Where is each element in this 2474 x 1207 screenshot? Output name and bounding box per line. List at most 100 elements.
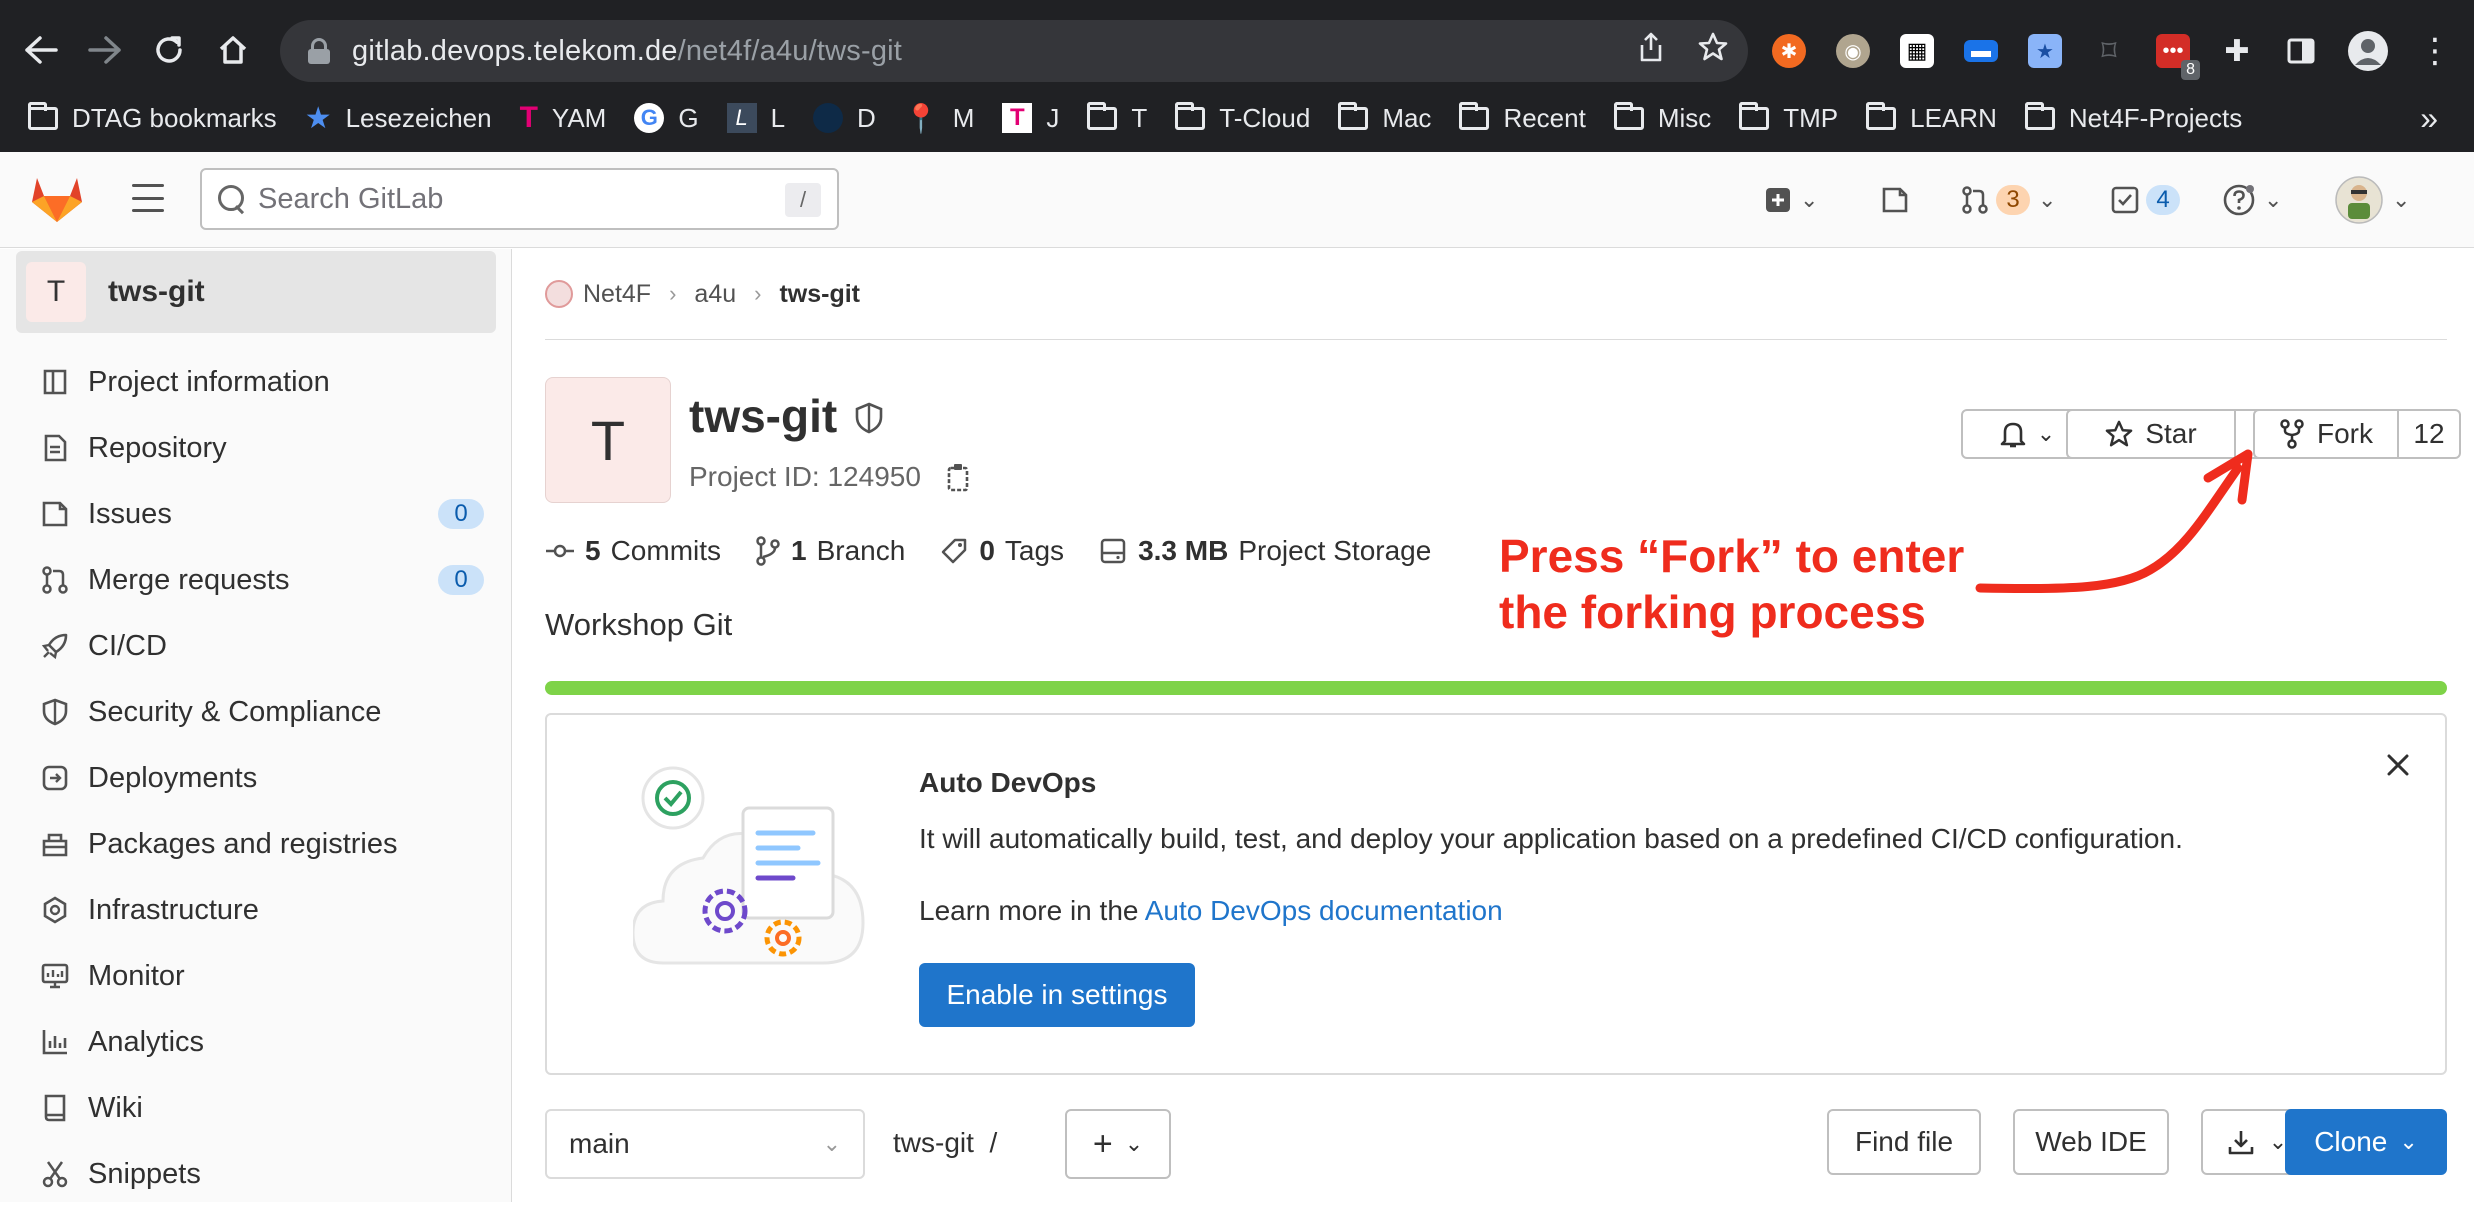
fork-count[interactable]: 12 (2399, 409, 2461, 459)
chevron-down-icon: ⌄ (2038, 187, 2057, 212)
extension-orange-icon[interactable]: ✱ (1772, 34, 1806, 68)
help-dropdown[interactable]: ⌄ (2222, 152, 2282, 248)
home-icon[interactable] (206, 23, 260, 77)
bookmark-item[interactable]: Misc (1613, 101, 1711, 134)
commits-link[interactable]: 5 Commits (545, 535, 721, 567)
copy-icon[interactable] (945, 461, 973, 498)
bookmark-item[interactable]: Recent (1459, 101, 1586, 134)
side-panel-icon[interactable] (2284, 34, 2318, 68)
url-host: gitlab.devops.telekom.de (352, 34, 678, 67)
sidebar-item-packages-registries[interactable]: Packages and registries (0, 811, 512, 877)
todos-header-button[interactable]: 4 (2110, 152, 2180, 248)
extension-lastpass-icon[interactable]: ••• 8 (2156, 34, 2200, 80)
bookmark-item[interactable]: 📍 M (904, 102, 975, 135)
merge-requests-icon (38, 563, 72, 597)
group-avatar (545, 280, 573, 308)
sidebar-item-infrastructure[interactable]: Infrastructure (0, 877, 512, 943)
commit-icon (546, 544, 574, 558)
bookmark-item[interactable]: T (1087, 101, 1147, 134)
sidebar-item-repository[interactable]: Repository (0, 415, 512, 481)
bookmark-star-icon[interactable] (1698, 32, 1728, 70)
sidebar-item-deployments[interactable]: Deployments (0, 745, 512, 811)
bookmark-item[interactable]: T-Cloud (1175, 101, 1310, 134)
folder-icon (1338, 101, 1369, 130)
forward-icon[interactable] (78, 23, 132, 77)
profile-icon[interactable] (2348, 31, 2388, 71)
sidebar-item-snippets[interactable]: Snippets (0, 1141, 512, 1207)
puzzle-icon[interactable]: ✚ (2220, 34, 2254, 68)
add-to-tree-dropdown[interactable]: + ⌄ (1065, 1109, 1171, 1179)
back-icon[interactable] (14, 23, 68, 77)
repo-path-root[interactable]: tws-git (893, 1127, 974, 1158)
storage-size: 3.3 MB (1138, 535, 1229, 566)
extension-blue-icon[interactable]: ▬ (1964, 40, 1998, 62)
tags-link[interactable]: 0 Tags (939, 535, 1064, 567)
bookmark-item[interactable]: GG (634, 103, 699, 134)
search-input[interactable]: Search GitLab / (200, 168, 839, 230)
extension-qr-icon[interactable]: ▦ (1900, 34, 1934, 68)
sidebar-item-security-compliance[interactable]: Security & Compliance (0, 679, 512, 745)
breadcrumb-group-link[interactable]: Net4F (583, 280, 651, 309)
extension-bookmark-icon[interactable]: ⌑ (2092, 34, 2126, 68)
l-logo-icon: L (726, 103, 757, 133)
bookmark-item[interactable]: TJ (1002, 103, 1059, 134)
bookmark-label: L (770, 102, 786, 133)
sidebar-project-header[interactable]: T tws-git (16, 251, 496, 333)
clone-label: Clone (2314, 1126, 2388, 1157)
reload-icon[interactable] (142, 23, 196, 77)
user-menu-dropdown[interactable]: ⌄ (2334, 152, 2410, 248)
address-bar[interactable]: gitlab.devops.telekom.de/net4f/a4u/tws-g… (280, 20, 1748, 82)
bookmark-item[interactable]: D (813, 103, 876, 134)
sidebar-item-merge-requests[interactable]: Merge requests 0 (0, 547, 512, 613)
bookmark-label: TMP (1783, 102, 1839, 133)
sidebar-item-project-information[interactable]: Project information (0, 349, 512, 415)
repo-path: tws-git / (893, 1127, 997, 1159)
sidebar-nav: Project information Repository Issues 0 … (0, 349, 512, 1207)
find-file-button[interactable]: Find file (1827, 1109, 1981, 1175)
new-item-dropdown[interactable]: ⌄ (1764, 152, 1818, 248)
lock-icon[interactable] (308, 38, 330, 64)
sidebar-item-wiki[interactable]: Wiki (0, 1075, 512, 1141)
sidebar-item-label: Project information (88, 365, 330, 398)
tag-icon (942, 538, 967, 564)
merge-requests-header-button[interactable]: 3 ⌄ (1960, 152, 2056, 248)
branch-selector[interactable]: main ⌄ (545, 1109, 865, 1179)
auto-devops-title: Auto DevOps (919, 767, 1097, 798)
bookmark-item[interactable]: LL (726, 102, 786, 134)
bookmark-item[interactable]: ★ Lesezeichen (305, 101, 492, 136)
deployments-icon (38, 761, 72, 795)
extension-owl-icon[interactable]: ◉ (1836, 34, 1870, 68)
url-text[interactable]: gitlab.devops.telekom.de/net4f/a4u/tws-g… (352, 35, 902, 68)
sidebar-item-label: Infrastructure (88, 893, 259, 926)
issues-header-button[interactable] (1880, 152, 1910, 248)
sidebar-item-monitor[interactable]: Monitor (0, 943, 512, 1009)
bookmark-item[interactable]: Mac (1338, 101, 1431, 134)
clone-dropdown[interactable]: Clone ⌄ (2285, 1109, 2447, 1175)
tutorial-annotation: Press “Fork” to enter the forking proces… (1499, 528, 1964, 640)
browser-toolbar: gitlab.devops.telekom.de/net4f/a4u/tws-g… (0, 14, 2474, 86)
sidebar-item-analytics[interactable]: Analytics (0, 1009, 512, 1075)
enable-in-settings-button[interactable]: Enable in settings (919, 963, 1195, 1027)
browser-menu-icon[interactable]: ⋮ (2418, 32, 2452, 70)
plus-icon: + (1092, 1124, 1113, 1163)
breadcrumb-project-link[interactable]: tws-git (779, 280, 860, 309)
bookmark-item[interactable]: DTAG bookmarks (28, 101, 277, 134)
bookmark-item[interactable]: T YAM (520, 101, 607, 135)
breadcrumb-subgroup-link[interactable]: a4u (694, 280, 736, 309)
gitlab-logo-icon[interactable] (30, 174, 84, 224)
extension-bookmark-star-icon[interactable]: ★ (2028, 34, 2062, 68)
bookmark-item[interactable]: Net4F-Projects (2024, 101, 2242, 134)
auto-devops-docs-link[interactable]: Auto DevOps documentation (1145, 895, 1503, 926)
web-ide-button[interactable]: Web IDE (2013, 1109, 2169, 1175)
bookmark-item[interactable]: TMP (1739, 101, 1839, 134)
bookmarks-overflow-button[interactable]: » (2420, 90, 2438, 146)
menu-icon[interactable] (132, 184, 164, 212)
close-icon[interactable] (2385, 745, 2411, 787)
bookmark-label: D (857, 102, 876, 133)
share-icon[interactable] (1638, 32, 1664, 70)
branches-link[interactable]: 1 Branch (755, 535, 905, 567)
sidebar-item-ci-cd[interactable]: CI/CD (0, 613, 512, 679)
storage-link[interactable]: 3.3 MB Project Storage (1098, 535, 1431, 567)
bookmark-item[interactable]: LEARN (1866, 101, 1997, 134)
sidebar-item-issues[interactable]: Issues 0 (0, 481, 512, 547)
